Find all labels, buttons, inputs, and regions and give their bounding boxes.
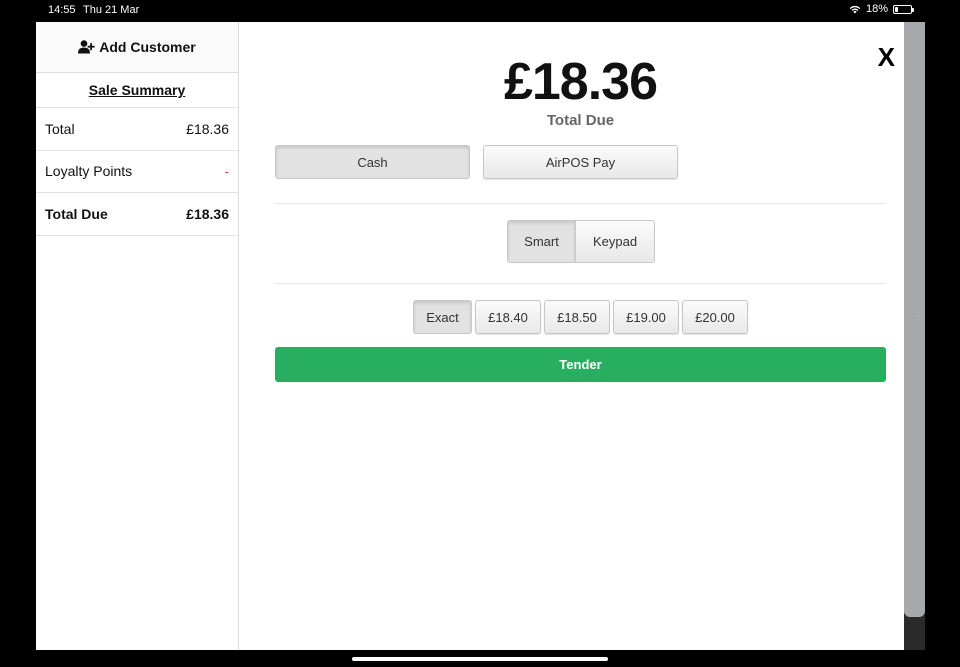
add-customer-label: Add Customer <box>99 39 196 55</box>
quick-amount-20-00[interactable]: £20.00 <box>682 300 748 334</box>
status-time: 14:55 <box>48 4 76 16</box>
quick-amount-18-50[interactable]: £18.50 <box>544 300 610 334</box>
summary-label: Total Due <box>45 205 108 222</box>
battery-fill <box>895 6 898 12</box>
status-date: Thu 21 Mar <box>83 4 140 16</box>
keypad-mode-button[interactable]: Keypad <box>576 220 655 263</box>
divider <box>275 283 886 284</box>
entry-mode-toggle: Smart Keypad <box>507 220 655 263</box>
quick-amount-19-00[interactable]: £19.00 <box>613 300 679 334</box>
payment-main: X £18.36 Total Due Cash AirPOS Pay Smart… <box>239 22 904 650</box>
status-bar: 14:55 Thu 21 Mar 18% <box>0 0 960 20</box>
status-indicators: 18% <box>849 3 914 15</box>
sale-summary-title: Sale Summary <box>36 73 238 108</box>
quick-amount-18-40[interactable]: £18.40 <box>475 300 541 334</box>
user-plus-icon <box>78 40 95 54</box>
quick-amount-exact[interactable]: Exact <box>413 300 472 334</box>
battery-icon <box>893 4 914 14</box>
summary-label: Loyalty Points <box>45 163 133 180</box>
airpos-pay-button[interactable]: AirPOS Pay <box>483 145 678 179</box>
wifi-icon <box>849 5 861 14</box>
cash-button[interactable]: Cash <box>275 145 470 179</box>
add-customer-button[interactable]: Add Customer <box>36 22 238 73</box>
summary-row-loyalty-points: Loyalty Points - <box>36 151 238 193</box>
summary-row-total-due: Total Due £18.36 <box>36 193 238 236</box>
total-due-label: Total Due <box>546 112 615 129</box>
drag-handle-icon[interactable]: · · · <box>912 310 916 328</box>
home-indicator[interactable] <box>352 657 608 661</box>
summary-row-total: Total £18.36 <box>36 108 238 151</box>
divider <box>275 203 886 204</box>
summary-label: Total <box>45 120 75 137</box>
checkout-panel: Add Customer Sale Summary Total £18.36 L… <box>36 22 904 650</box>
tender-button[interactable]: Tender <box>275 347 886 382</box>
smart-mode-button[interactable]: Smart <box>507 220 576 263</box>
battery-percent: 18% <box>865 3 888 15</box>
summary-value: £18.36 <box>186 205 229 222</box>
summary-value: £18.36 <box>186 120 229 137</box>
total-due-amount: £18.36 <box>503 53 658 111</box>
summary-value: - <box>224 163 229 180</box>
sidebar: Add Customer Sale Summary Total £18.36 L… <box>36 22 239 650</box>
